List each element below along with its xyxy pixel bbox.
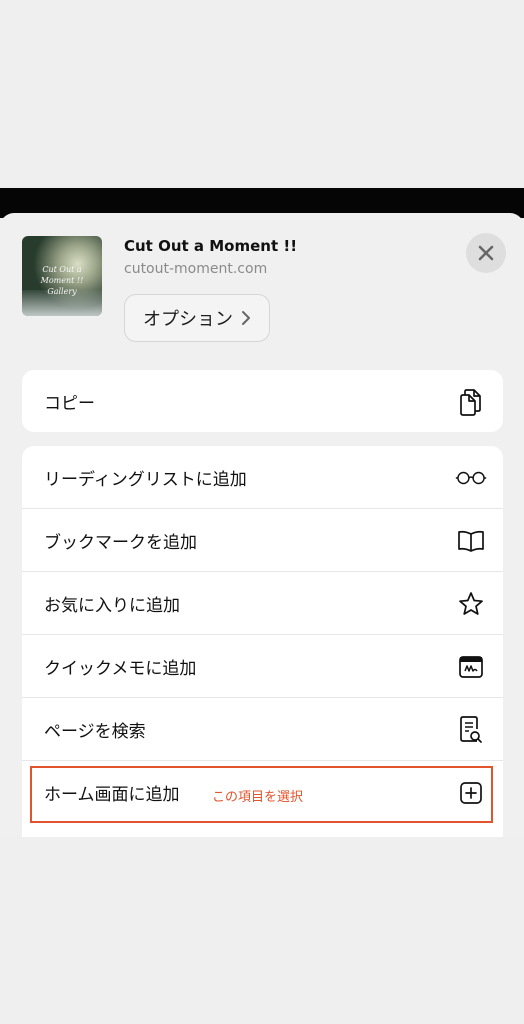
- options-label: オプション: [143, 309, 233, 330]
- copy-card: コピー: [22, 370, 503, 432]
- find-on-page-label: ページを検索: [44, 722, 146, 742]
- page-search-icon: [455, 714, 487, 746]
- book-icon: [455, 525, 487, 557]
- add-reading-list-action[interactable]: リーディングリストに追加: [22, 446, 503, 509]
- document-copy-icon: [455, 386, 487, 418]
- glasses-icon: [455, 462, 487, 494]
- bottom-background: [0, 837, 524, 1024]
- copy-label: コピー: [44, 394, 95, 414]
- top-background: [0, 0, 524, 188]
- site-title: Cut Out a Moment !!: [124, 237, 298, 255]
- thumbnail-caption: Cut Out a Moment !! Gallery: [40, 265, 84, 296]
- close-button[interactable]: [466, 233, 506, 273]
- add-quick-note-action[interactable]: クイックメモに追加: [22, 635, 503, 698]
- add-reading-list-label: リーディングリストに追加: [44, 470, 247, 490]
- add-favorite-label: お気に入りに追加: [44, 596, 180, 616]
- add-favorite-action[interactable]: お気に入りに追加: [22, 572, 503, 635]
- share-sheet: Cut Out a Moment !! Gallery Cut Out a Mo…: [0, 213, 524, 837]
- close-icon: [478, 245, 494, 261]
- site-url: cutout-moment.com: [124, 261, 268, 277]
- add-quick-note-label: クイックメモに追加: [44, 659, 197, 679]
- options-button[interactable]: オプション: [124, 294, 270, 342]
- star-icon: [455, 588, 487, 620]
- find-on-page-action[interactable]: ページを検索: [22, 698, 503, 761]
- site-thumbnail: Cut Out a Moment !! Gallery: [22, 236, 102, 316]
- chevron-right-icon: [242, 311, 250, 325]
- copy-action[interactable]: コピー: [22, 370, 503, 432]
- add-bookmark-label: ブックマークを追加: [44, 533, 197, 553]
- selection-note: この項目を選択: [212, 790, 304, 805]
- quick-note-icon: [455, 651, 487, 683]
- add-bookmark-action[interactable]: ブックマークを追加: [22, 509, 503, 572]
